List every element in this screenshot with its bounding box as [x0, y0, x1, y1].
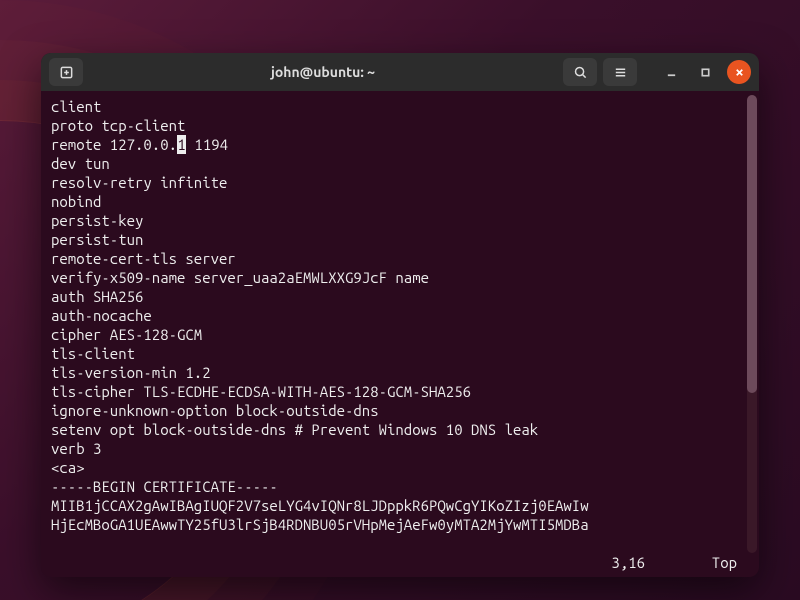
editor-line[interactable]: nobind	[51, 192, 755, 211]
editor-line[interactable]: ignore-unknown-option block-outside-dns	[51, 401, 755, 420]
search-icon	[573, 65, 588, 80]
minimize-button[interactable]	[659, 60, 683, 84]
editor-line[interactable]: persist-key	[51, 211, 755, 230]
terminal-area[interactable]: clientproto tcp-clientremote 127.0.0.1 1…	[41, 91, 759, 577]
editor-content[interactable]: clientproto tcp-clientremote 127.0.0.1 1…	[51, 97, 755, 554]
editor-line[interactable]: verb 3	[51, 439, 755, 458]
editor-line[interactable]: remote-cert-tls server	[51, 249, 755, 268]
editor-line[interactable]: proto tcp-client	[51, 116, 755, 135]
minimize-icon	[666, 67, 677, 78]
editor-cursor: 1	[177, 135, 186, 154]
editor-line[interactable]: auth-nocache	[51, 306, 755, 325]
maximize-button[interactable]	[693, 60, 717, 84]
editor-line[interactable]: client	[51, 97, 755, 116]
editor-line[interactable]: tls-client	[51, 344, 755, 363]
editor-scroll-indicator: Top	[712, 554, 737, 571]
editor-line[interactable]: tls-version-min 1.2	[51, 363, 755, 382]
editor-line[interactable]: auth SHA256	[51, 287, 755, 306]
editor-line[interactable]: HjEcMBoGA1UEAwwTY25fU3lrSjB4RDNBU05rVHpM…	[51, 515, 755, 534]
editor-line[interactable]: MIIB1jCCAX2gAwIBAgIUQF2V7seLYG4vIQNr8LJD…	[51, 496, 755, 515]
editor-line[interactable]: resolv-retry infinite	[51, 173, 755, 192]
editor-line[interactable]: -----BEGIN CERTIFICATE-----	[51, 477, 755, 496]
editor-line[interactable]: remote 127.0.0.1 1194	[51, 135, 755, 154]
close-icon	[734, 67, 745, 78]
scrollbar-thumb[interactable]	[747, 95, 757, 393]
window-title: john@ubuntu: ~	[89, 64, 557, 80]
hamburger-icon	[613, 65, 628, 80]
editor-line[interactable]: tls-cipher TLS-ECDHE-ECDSA-WITH-AES-128-…	[51, 382, 755, 401]
editor-line[interactable]: dev tun	[51, 154, 755, 173]
close-button[interactable]	[727, 60, 751, 84]
editor-line[interactable]: cipher AES-128-GCM	[51, 325, 755, 344]
menu-button[interactable]	[603, 58, 637, 86]
maximize-icon	[700, 67, 711, 78]
scrollbar[interactable]	[747, 95, 757, 553]
titlebar: john@ubuntu: ~	[41, 53, 759, 91]
editor-status-line: 3,16 Top	[51, 554, 755, 573]
new-tab-button[interactable]	[49, 58, 83, 86]
editor-line[interactable]: verify-x509-name server_uaa2aEMWLXXG9JcF…	[51, 268, 755, 287]
new-tab-icon	[59, 65, 74, 80]
search-button[interactable]	[563, 58, 597, 86]
editor-line[interactable]: <ca>	[51, 458, 755, 477]
editor-line[interactable]: setenv opt block-outside-dns # Prevent W…	[51, 420, 755, 439]
editor-cursor-position: 3,16	[611, 554, 645, 573]
editor-line[interactable]: persist-tun	[51, 230, 755, 249]
terminal-window: john@ubuntu: ~ clientproto tcp-clientrem…	[41, 53, 759, 577]
